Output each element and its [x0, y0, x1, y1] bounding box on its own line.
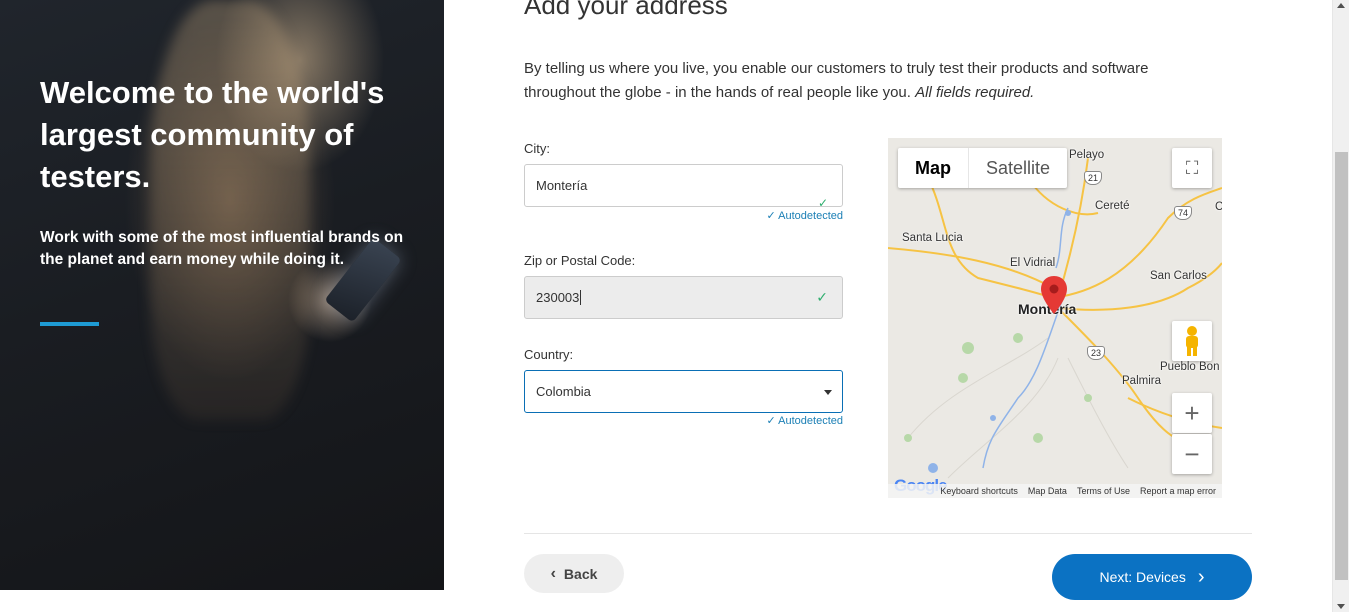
map-label-palmira: Palmira	[1122, 375, 1161, 387]
map-label-pelayo: Pelayo	[1069, 149, 1105, 161]
hero-accent-rule	[40, 322, 99, 326]
location-marker-icon[interactable]	[1041, 276, 1067, 314]
hero-photo	[150, 0, 310, 420]
city-input[interactable]: Montería ✓	[524, 164, 843, 210]
map-type-control: Map Satellite	[898, 148, 1068, 188]
terms-link[interactable]: Terms of Use	[1077, 484, 1130, 498]
country-autodetected: ✓ Autodetected	[766, 415, 843, 427]
pegman-icon	[1186, 326, 1198, 356]
footer-divider	[524, 533, 1252, 534]
chevron-down-icon	[824, 390, 832, 395]
intro-required-note: All fields required.	[915, 84, 1035, 101]
scroll-thumb[interactable]	[1335, 152, 1348, 580]
city-autodetected: ✓ Autodetected	[766, 210, 843, 222]
zip-label: Zip or Postal Code:	[524, 253, 636, 268]
street-view-button[interactable]	[1172, 321, 1212, 361]
zip-value: 230003	[536, 290, 580, 305]
hero-title: Welcome to the world's largest community…	[40, 75, 385, 194]
map-label-santa-lucia: Santa Lucia	[902, 232, 963, 244]
back-label: Back	[563, 565, 598, 582]
next-label: Next: Devices	[1099, 569, 1186, 585]
report-map-error-link[interactable]: Report a map error	[1140, 484, 1216, 498]
map-widget[interactable]: Map Satellite ⛶ + − Pelayo Cereté C Sant…	[888, 138, 1222, 498]
intro-body: By telling us where you live, you enable…	[524, 60, 1149, 101]
next-devices-button[interactable]: Next: Devices ›	[1052, 554, 1252, 600]
route-23-shield: 23	[1087, 346, 1106, 360]
page-scrollbar[interactable]	[1332, 0, 1349, 612]
fullscreen-button[interactable]: ⛶	[1172, 148, 1212, 188]
zoom-in-button[interactable]: +	[1172, 393, 1212, 433]
map-label-el-vidrial: El Vidrial	[1010, 257, 1056, 269]
route-74-shield: 74	[1174, 206, 1193, 220]
zip-check-icon: ✓	[816, 289, 828, 305]
zoom-out-button[interactable]: −	[1172, 434, 1212, 474]
plus-icon: +	[1184, 397, 1200, 428]
zip-input[interactable]: 230003 ✓	[524, 276, 843, 319]
map-label-san-carlos: San Carlos	[1150, 270, 1207, 282]
page-title: Add your address	[524, 0, 728, 20]
hero-subtitle: Work with some of the most influential b…	[40, 229, 404, 268]
country-status: Autodetected	[778, 415, 843, 427]
country-value: Colombia	[536, 384, 591, 399]
map-tab[interactable]: Map	[898, 148, 969, 188]
route-21-shield: 21	[1084, 171, 1103, 185]
chevron-left-icon: ‹	[550, 564, 556, 582]
minus-icon: −	[1184, 438, 1200, 469]
city-value: Montería	[536, 178, 588, 193]
map-data-link[interactable]: Map Data	[1028, 484, 1067, 498]
country-label: Country:	[524, 347, 574, 362]
map-footer: Keyboard shortcuts Map Data Terms of Use…	[888, 484, 1222, 498]
hero-panel: Welcome to the world's largest community…	[0, 0, 444, 590]
country-select[interactable]: Colombia	[524, 370, 843, 413]
keyboard-shortcuts-link[interactable]: Keyboard shortcuts	[940, 484, 1018, 498]
fullscreen-icon: ⛶	[1185, 157, 1199, 178]
scroll-down-arrow-icon[interactable]	[1337, 604, 1345, 609]
intro-text: By telling us where you live, you enable…	[524, 57, 1224, 105]
map-label-edge: C	[1215, 201, 1222, 213]
chevron-right-icon: ›	[1197, 565, 1205, 588]
city-label: City:	[524, 141, 550, 156]
scroll-up-arrow-icon[interactable]	[1337, 3, 1345, 8]
map-label-pueblo-bon: Pueblo Bon	[1160, 361, 1220, 373]
satellite-tab[interactable]: Satellite	[969, 148, 1067, 188]
city-status: Autodetected	[778, 210, 843, 222]
back-button[interactable]: ‹ Back	[524, 554, 624, 593]
map-label-cerete: Cereté	[1095, 200, 1130, 212]
